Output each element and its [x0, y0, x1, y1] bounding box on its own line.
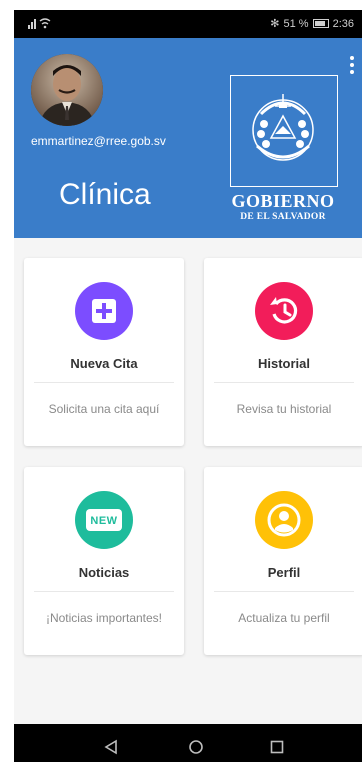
divider — [34, 382, 174, 383]
new-badge-icon: NEW — [75, 491, 133, 549]
card-description: Solicita una cita aquí — [48, 402, 160, 416]
card-title: Noticias — [78, 565, 130, 580]
recent-apps-icon[interactable] — [262, 734, 292, 760]
card-description: ¡Noticias importantes! — [45, 611, 163, 625]
add-box-icon — [75, 282, 133, 340]
account-circle-icon — [255, 491, 313, 549]
app-screen: ✻ 51 % 2:36 emmartinez@rree.gob.sv Clíni… — [14, 10, 362, 762]
card-description: Actualiza tu perfil — [238, 611, 330, 625]
profile-header: emmartinez@rree.gob.sv Clínica GOBIERNO … — [14, 38, 362, 238]
card-title: Nueva Cita — [70, 356, 138, 371]
divider — [34, 591, 174, 592]
nueva-cita-card[interactable]: Nueva Cita Solicita una cita aquí — [24, 258, 184, 446]
noticias-card[interactable]: NEW Noticias ¡Noticias importantes! — [24, 467, 184, 655]
card-description: Revisa tu historial — [236, 402, 332, 416]
government-logo: GOBIERNO DE EL SALVADOR — [226, 75, 340, 227]
historial-card[interactable]: Historial Revisa tu historial — [204, 258, 362, 446]
avatar[interactable] — [31, 54, 103, 126]
new-badge-text: NEW — [90, 515, 118, 527]
back-icon[interactable] — [96, 734, 126, 760]
divider — [214, 591, 354, 592]
status-indicators: ✻ 51 % 2:36 — [270, 17, 354, 31]
bluetooth-icon: ✻ — [270, 18, 280, 30]
divider — [214, 382, 354, 383]
signal-wifi-icon — [28, 17, 54, 32]
user-email: emmartinez@rree.gob.sv — [31, 134, 166, 148]
home-icon[interactable] — [181, 734, 211, 760]
logo-line-1: GOBIERNO — [231, 191, 335, 211]
battery-percent: 51 % — [283, 17, 309, 30]
system-navigation-bar — [14, 724, 362, 762]
status-bar: ✻ 51 % 2:36 — [14, 10, 362, 38]
overflow-menu-icon[interactable] — [346, 56, 358, 76]
logo-line-2: DE EL SALVADOR — [240, 212, 326, 222]
card-title: Historial — [257, 356, 310, 371]
perfil-card[interactable]: Perfil Actualiza tu perfil — [204, 467, 362, 655]
coat-of-arms-emblem — [230, 75, 338, 187]
battery-icon — [312, 19, 329, 28]
page-title: Clínica — [59, 178, 151, 211]
history-icon — [255, 282, 313, 340]
card-title: Perfil — [267, 565, 301, 580]
clock: 2:36 — [332, 17, 354, 30]
